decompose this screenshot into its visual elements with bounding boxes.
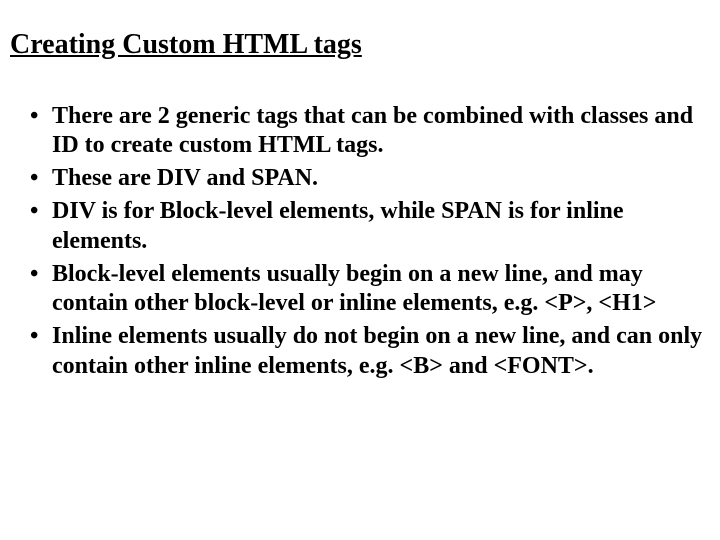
bullet-list: There are 2 generic tags that can be com…	[10, 102, 710, 381]
list-item: DIV is for Block-level elements, while S…	[52, 197, 710, 256]
slide-title: Creating Custom HTML tags	[10, 28, 710, 62]
list-item: There are 2 generic tags that can be com…	[52, 102, 710, 161]
list-item: Inline elements usually do not begin on …	[52, 322, 710, 381]
slide: Creating Custom HTML tags There are 2 ge…	[0, 0, 720, 540]
list-item: Block-level elements usually begin on a …	[52, 260, 710, 319]
list-item: These are DIV and SPAN.	[52, 164, 710, 193]
